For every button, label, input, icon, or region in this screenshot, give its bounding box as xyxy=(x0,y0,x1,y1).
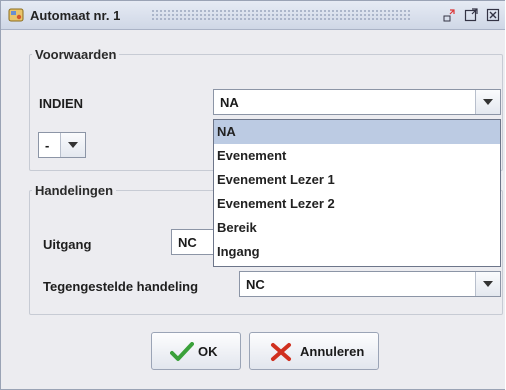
chevron-down-icon[interactable] xyxy=(60,133,85,157)
inverse-action-value: NC xyxy=(246,277,265,292)
ok-button-label: OK xyxy=(198,344,218,359)
conditions-legend: Voorwaarden xyxy=(35,47,117,62)
if-label: INDIEN xyxy=(39,96,84,111)
dropdown-option[interactable]: Evenement Lezer 1 xyxy=(214,168,500,192)
chevron-down-icon[interactable] xyxy=(475,272,500,296)
actions-legend: Handelingen xyxy=(35,183,114,198)
cancel-button-label: Annuleren xyxy=(300,344,365,359)
operator-combo[interactable]: - xyxy=(38,132,86,158)
minimize-icon[interactable] xyxy=(441,7,457,23)
window-title: Automaat nr. 1 xyxy=(30,8,121,23)
output-value: NC xyxy=(178,235,197,250)
dropdown-option[interactable]: Evenement xyxy=(214,144,500,168)
output-label: Uitgang xyxy=(43,237,92,252)
dropdown-option[interactable]: Ingang xyxy=(214,240,500,264)
title-bar-grip xyxy=(151,9,411,21)
automaton-icon xyxy=(8,7,24,23)
operator-value: - xyxy=(45,138,50,153)
chevron-down-icon[interactable] xyxy=(475,90,500,114)
title-bar[interactable]: Automaat nr. 1 xyxy=(1,1,505,30)
cancel-button[interactable]: Annuleren xyxy=(249,332,379,370)
maximize-icon[interactable] xyxy=(463,7,479,23)
close-icon[interactable] xyxy=(485,7,501,23)
dropdown-option[interactable]: Bereik xyxy=(214,216,500,240)
dropdown-option[interactable]: NA xyxy=(214,120,500,144)
if-condition-dropdown-list[interactable]: NA Evenement Evenement Lezer 1 Evenement… xyxy=(213,119,501,267)
dropdown-option[interactable]: Evenement Lezer 2 xyxy=(214,192,500,216)
dialog-window: Automaat nr. 1 Voorwaarden INDIEN NA - H… xyxy=(0,0,505,390)
inverse-action-combo[interactable]: NC xyxy=(239,271,501,297)
cancel-x-icon xyxy=(270,342,292,365)
checkmark-icon xyxy=(170,342,194,365)
ok-button[interactable]: OK xyxy=(151,332,241,370)
inverse-action-label: Tegengestelde handeling xyxy=(43,279,199,294)
if-condition-combo[interactable]: NA xyxy=(213,89,501,115)
if-condition-value: NA xyxy=(220,95,239,110)
